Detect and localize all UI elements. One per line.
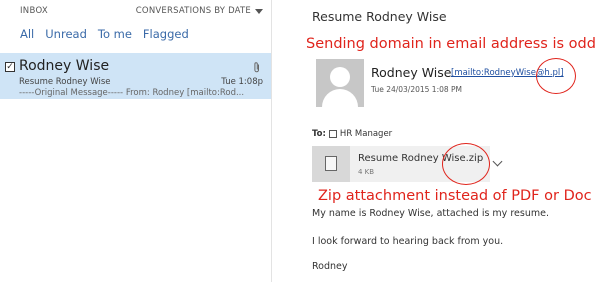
- chevron-down-icon: [255, 8, 263, 14]
- document-icon: [325, 156, 337, 171]
- attachment-icon: [253, 62, 261, 76]
- sort-dropdown[interactable]: CONVERSATIONS BY DATE: [136, 6, 263, 16]
- to-recipient[interactable]: HR Manager: [340, 129, 392, 139]
- annotation-zip: Zip attachment instead of PDF or Doc: [318, 188, 592, 204]
- to-label: To:: [312, 129, 326, 139]
- sent-date: Tue 24/03/2015 1:08 PM: [371, 85, 463, 94]
- reading-pane: Resume Rodney Wise Sending domain in ema…: [272, 0, 600, 282]
- email-subject: Resume Rodney Wise: [312, 9, 447, 24]
- sort-label: CONVERSATIONS BY DATE: [135, 6, 251, 16]
- to-line: To: HR Manager: [312, 129, 392, 139]
- select-checkbox[interactable]: ✓: [5, 62, 15, 72]
- annotation-circle-zip: [442, 143, 490, 185]
- avatar-body: [322, 89, 358, 107]
- annotation-domain: Sending domain in email address is odd: [306, 36, 596, 52]
- chevron-down-icon[interactable]: [492, 156, 503, 167]
- sender-name: Rodney Wise: [371, 65, 452, 80]
- list-item[interactable]: ✓ Rodney Wise Resume Rodney Wise Tue 1:0…: [0, 53, 271, 99]
- avatar: [316, 59, 364, 107]
- filter-tabs: All Unread To me Flagged: [20, 27, 189, 41]
- message-list-pane: INBOX CONVERSATIONS BY DATE All Unread T…: [0, 0, 272, 282]
- body-line-3: Rodney: [312, 261, 348, 272]
- filter-unread[interactable]: Unread: [45, 27, 87, 41]
- avatar-head: [330, 67, 350, 87]
- message-subject: Resume Rodney Wise: [19, 77, 111, 87]
- body-line-2: I look forward to hearing back from you.: [312, 236, 504, 247]
- folder-label: INBOX: [20, 6, 49, 16]
- filter-flagged[interactable]: Flagged: [143, 27, 189, 41]
- message-time: Tue 1:08p: [221, 77, 263, 87]
- attachment-size: 4 KB: [358, 168, 375, 176]
- filter-to-me[interactable]: To me: [98, 27, 132, 41]
- body-line-1: My name is Rodney Wise, attached is my r…: [312, 208, 549, 219]
- message-sender: Rodney Wise: [19, 58, 110, 74]
- filter-all[interactable]: All: [20, 27, 34, 41]
- message-preview: -----Original Message----- From: Rodney …: [19, 88, 245, 98]
- recipient-checkbox-icon: [328, 130, 337, 138]
- file-icon: [312, 146, 350, 182]
- annotation-circle-domain: [536, 58, 576, 94]
